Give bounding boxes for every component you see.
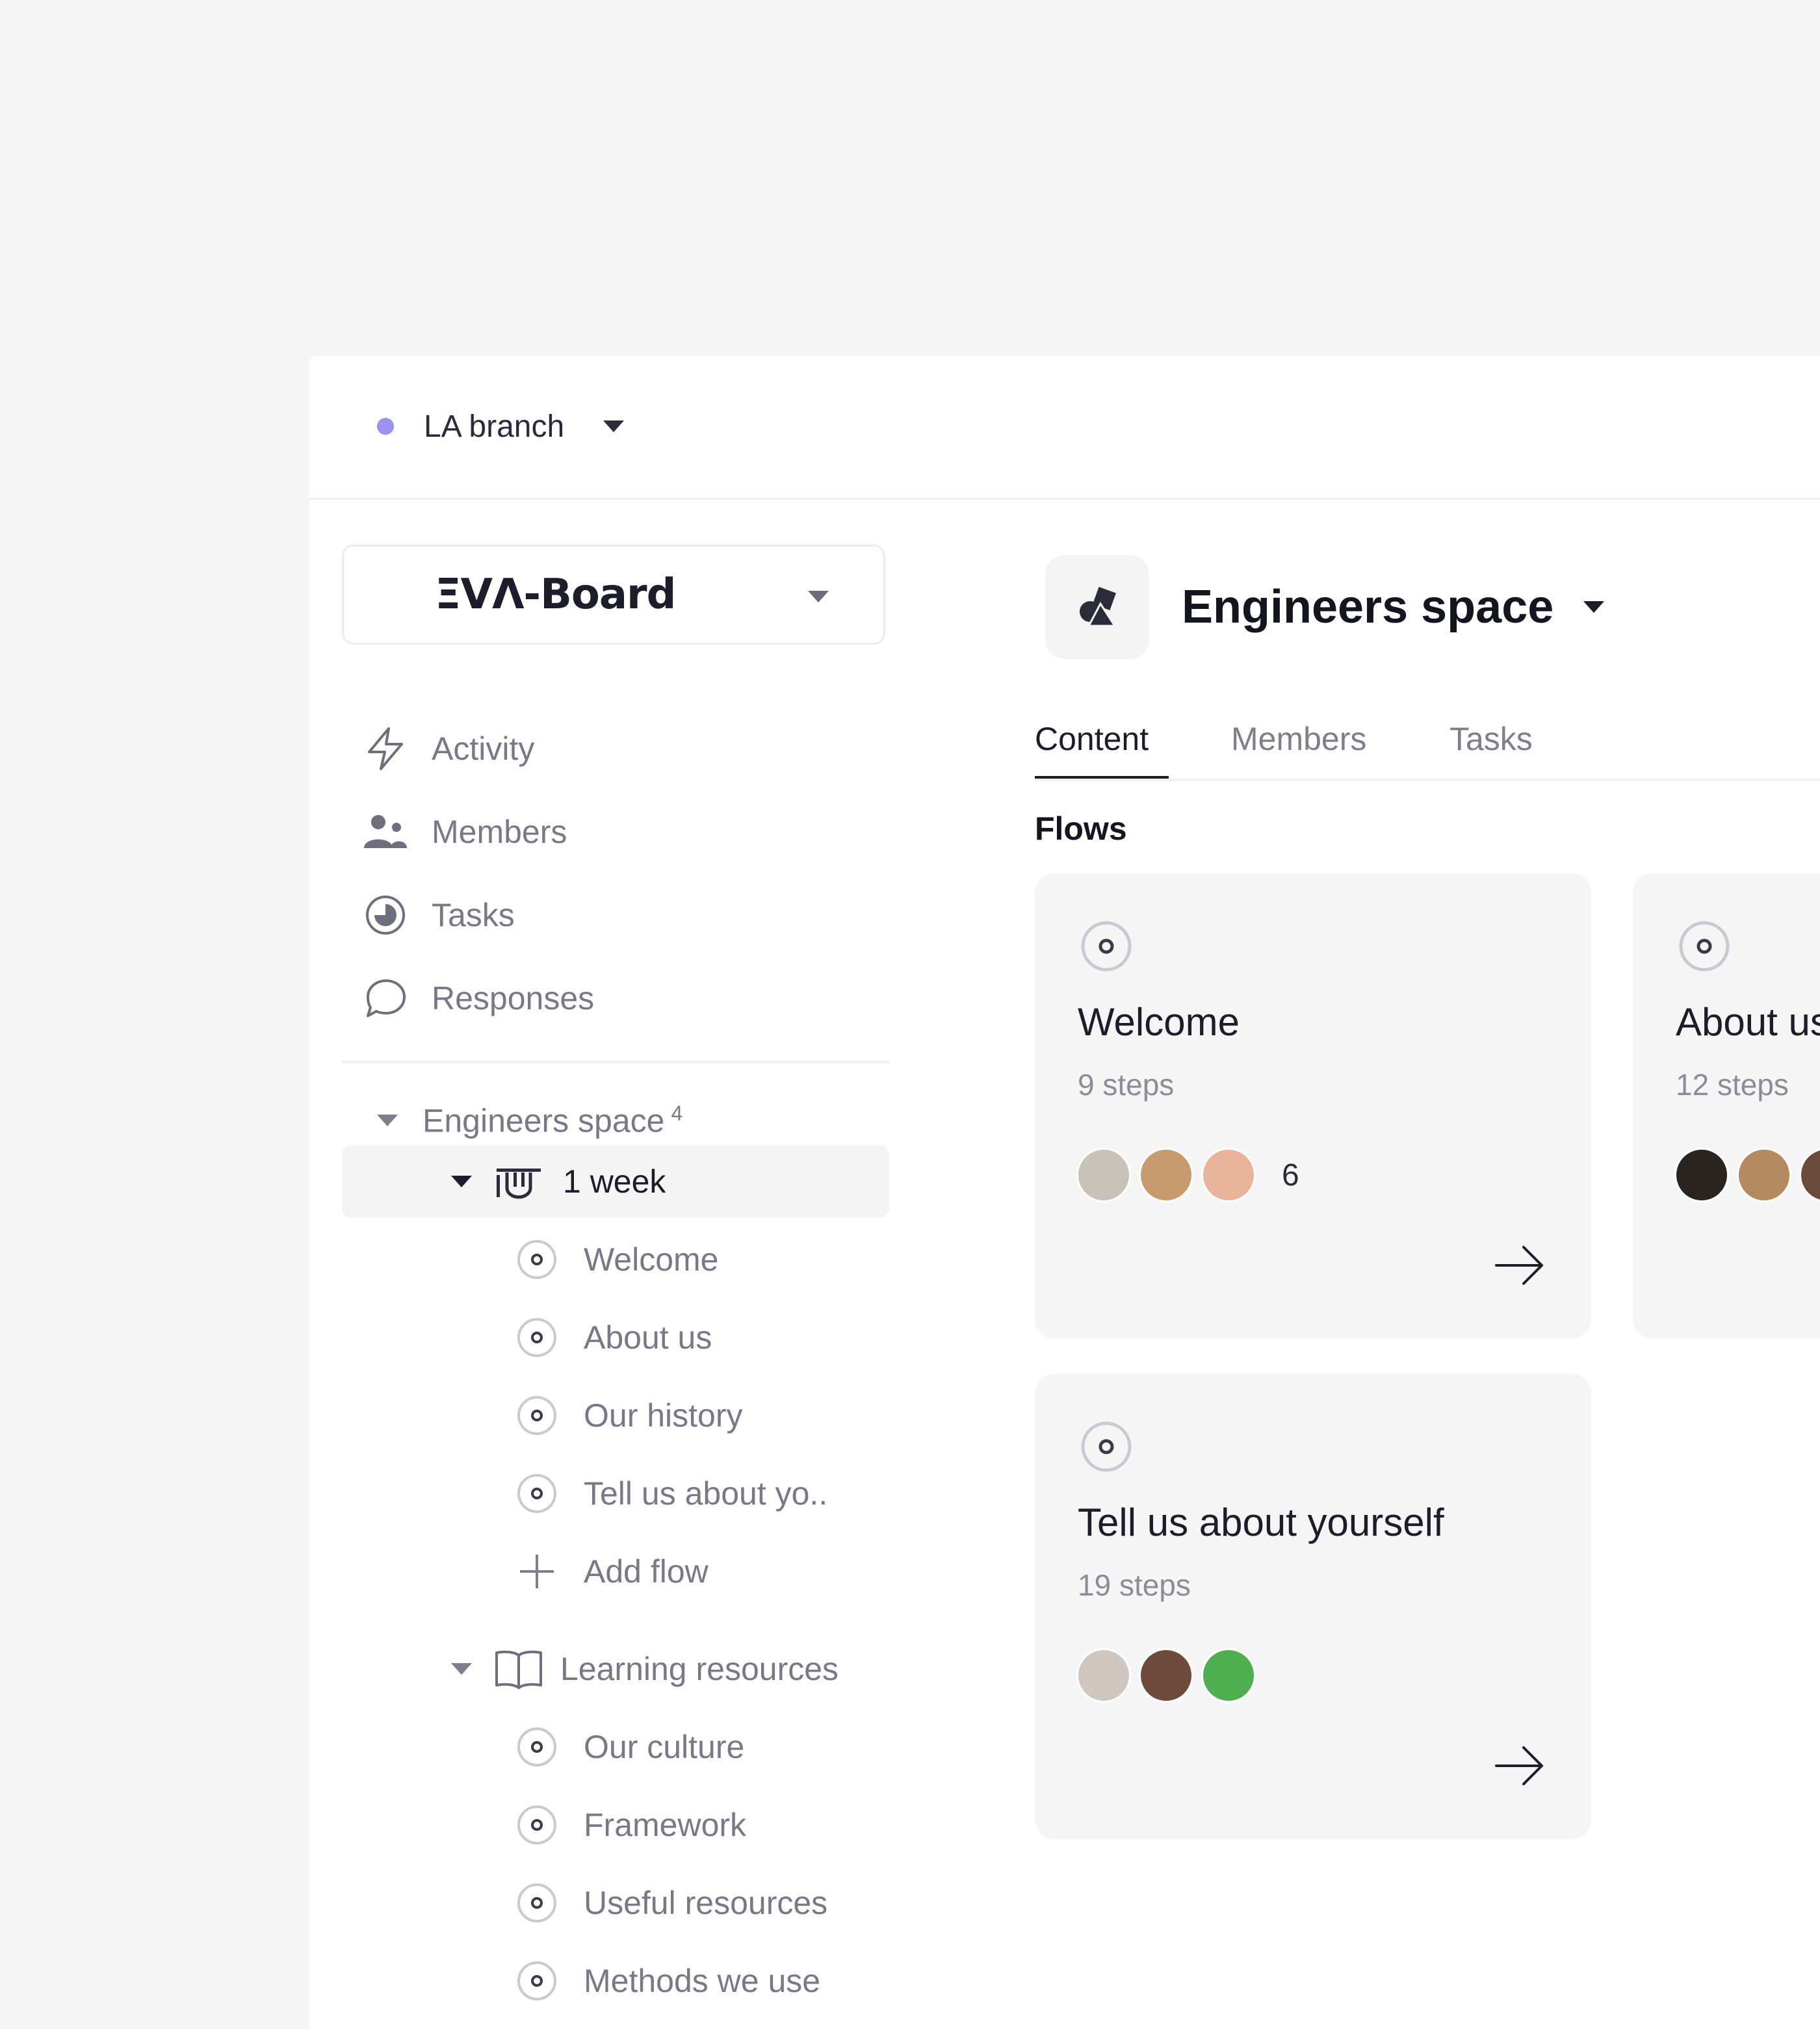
tab-tasks[interactable]: Tasks — [1450, 716, 1533, 779]
week-icon — [493, 1162, 545, 1201]
main-content: Engineers space Content Members Tasks Fl… — [1035, 545, 1820, 2029]
add-flow-button[interactable]: Add flow — [342, 1535, 889, 1608]
sidebar-item-responses[interactable]: Responses — [363, 957, 594, 1040]
avatar — [1201, 1648, 1256, 1703]
branch-status-dot — [377, 418, 394, 435]
tree-flow-label: Welcome — [584, 1241, 719, 1278]
tree-flow-item[interactable]: Methods we use — [342, 1945, 889, 2017]
flow-target-icon — [516, 1395, 558, 1436]
flow-card-title: Tell us about yourself — [1078, 1501, 1444, 1544]
org-selector[interactable]: ΞVΛ-Board — [342, 545, 885, 645]
tree-flow-item[interactable]: Framework — [342, 1789, 889, 1861]
org-logo: ΞVΛ-Board — [435, 571, 676, 619]
flow-target-icon — [516, 1960, 558, 2002]
avatar — [1799, 1148, 1820, 1202]
chevron-down-icon[interactable] — [1583, 601, 1605, 613]
tree-flow-label: Our culture — [584, 1729, 745, 1765]
avatar — [1076, 1148, 1131, 1202]
top-bar: LA branch — [309, 356, 1820, 500]
flow-card[interactable]: About us 12 steps — [1633, 873, 1820, 1339]
arrow-right-icon[interactable] — [1494, 1744, 1546, 1787]
sidebar-item-label: Members — [432, 814, 567, 850]
avatar — [1737, 1148, 1791, 1202]
avatar-group — [1674, 1148, 1820, 1202]
sidebar-nav: Activity Members Tasks Responses — [363, 707, 594, 1040]
avatar — [1139, 1648, 1193, 1703]
tree-flow-label: Tell us about yo.. — [584, 1475, 828, 1512]
avatar — [1674, 1148, 1729, 1202]
section-title: Flows — [1035, 810, 1127, 847]
branch-name: LA branch — [424, 409, 565, 444]
avatar — [1139, 1148, 1193, 1202]
page-title: Engineers space — [1182, 581, 1554, 633]
flow-card[interactable]: Welcome 9 steps 6 — [1035, 873, 1591, 1339]
flow-card-steps: 19 steps — [1078, 1568, 1191, 1602]
space-count-badge: 4 — [671, 1101, 683, 1125]
flow-target-icon — [516, 1726, 558, 1768]
divider — [342, 1061, 889, 1063]
sidebar-item-members[interactable]: Members — [363, 790, 594, 873]
flow-card-title: Welcome — [1078, 1000, 1240, 1044]
caret-down-icon[interactable] — [377, 1115, 398, 1126]
tree-group-learning-resources[interactable]: Learning resources — [342, 1633, 889, 1705]
flow-card[interactable]: Tell us about yourself 19 steps — [1035, 1374, 1591, 1839]
avatar — [1076, 1648, 1131, 1703]
chevron-down-icon — [603, 420, 625, 432]
flow-target-icon — [1081, 1421, 1132, 1472]
flow-target-icon — [516, 1473, 558, 1514]
flow-target-icon — [516, 1239, 558, 1280]
sidebar-item-label: Responses — [432, 980, 595, 1016]
flow-card-title: About us — [1676, 1000, 1820, 1044]
avatar-group — [1076, 1648, 1264, 1703]
chevron-down-icon — [808, 591, 829, 602]
flow-target-icon — [516, 1317, 558, 1358]
caret-down-icon[interactable] — [451, 1663, 472, 1675]
sidebar-item-label: Tasks — [432, 897, 515, 933]
book-icon — [493, 1646, 545, 1692]
avatar-group: 6 — [1076, 1148, 1299, 1202]
tree-group-label: 1 week — [563, 1163, 666, 1200]
flow-card-steps: 9 steps — [1078, 1068, 1175, 1102]
avatar-extra-count: 6 — [1282, 1157, 1299, 1193]
plus-icon — [516, 1551, 558, 1592]
tab-members[interactable]: Members — [1231, 716, 1366, 779]
tree-flow-label: Our history — [584, 1397, 743, 1434]
lightning-icon — [363, 726, 408, 771]
add-flow-label: Add flow — [584, 1553, 708, 1590]
members-icon — [363, 809, 408, 855]
space-header[interactable]: Engineers space — [1045, 555, 1605, 659]
sidebar: ΞVΛ-Board Activity Members Tasks Respons… — [342, 545, 889, 2029]
chat-bubble-icon — [363, 976, 408, 1021]
tree-flow-label: About us — [584, 1319, 712, 1356]
tree-flow-label: Methods we use — [584, 1963, 821, 1999]
tree-group-label: Learning resources — [560, 1651, 839, 1687]
tree-flow-label: Framework — [584, 1807, 747, 1843]
tab-bar: Content Members Tasks — [1035, 716, 1820, 781]
caret-down-icon[interactable] — [451, 1176, 472, 1187]
tree-flow-label: Useful resources — [584, 1885, 828, 1921]
arrow-right-icon[interactable] — [1494, 1244, 1546, 1287]
tree-flow-item[interactable]: Useful resources — [342, 1867, 889, 1939]
tree-flow-item[interactable]: About us — [342, 1301, 889, 1374]
tree-group-1-week[interactable]: 1 week — [342, 1145, 889, 1218]
branch-selector[interactable]: LA branch — [377, 400, 625, 452]
shapes-icon — [1045, 555, 1149, 659]
tree-flow-item[interactable]: Tell us about yo.. — [342, 1457, 889, 1530]
avatar — [1201, 1148, 1256, 1202]
flow-target-icon — [516, 1804, 558, 1846]
flow-card-steps: 12 steps — [1676, 1068, 1789, 1102]
sidebar-item-label: Activity — [432, 730, 535, 767]
tasks-icon — [363, 892, 408, 938]
sidebar-item-activity[interactable]: Activity — [363, 707, 594, 790]
flow-target-icon — [1679, 921, 1730, 972]
tree-flow-item[interactable]: Our culture — [342, 1711, 889, 1783]
app-window: LA branch ΞVΛ-Board Activity Members Tas… — [309, 356, 1820, 2029]
tree-flow-item[interactable]: Our history — [342, 1379, 889, 1452]
flow-target-icon — [1081, 921, 1132, 972]
tab-content[interactable]: Content — [1035, 716, 1169, 779]
sidebar-item-tasks[interactable]: Tasks — [363, 873, 594, 957]
tree-flow-item[interactable]: Welcome — [342, 1223, 889, 1296]
flow-target-icon — [516, 1882, 558, 1924]
tree-space-label: Engineers space 4 — [422, 1101, 683, 1139]
